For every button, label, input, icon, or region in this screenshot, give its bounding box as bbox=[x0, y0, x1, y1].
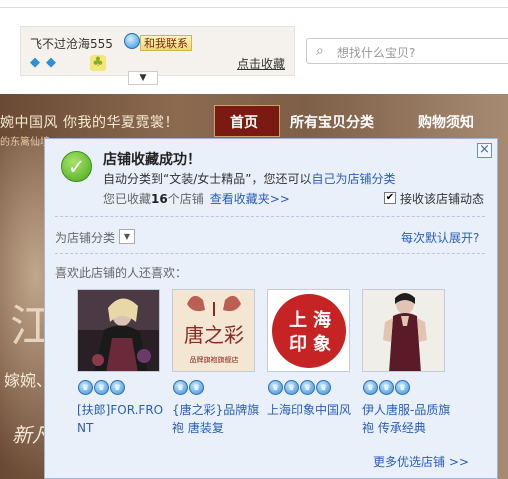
favorite-link[interactable]: 点击收藏 bbox=[237, 55, 285, 72]
crown-icon: ♛ bbox=[316, 380, 331, 395]
subscribe-label: 接收该店铺动态 bbox=[400, 192, 485, 206]
shop-name[interactable]: 飞不过沧海555 bbox=[30, 35, 113, 52]
top-divider bbox=[0, 7, 508, 8]
view-favorites-link[interactable]: 查看收藏夹>> bbox=[210, 192, 290, 206]
search-icon: ⌕ bbox=[316, 43, 324, 59]
shop-title-link[interactable]: 上海印象中国风 bbox=[267, 401, 359, 419]
divider bbox=[55, 216, 485, 217]
also-like-heading: 喜欢此店铺的人还喜欢： bbox=[55, 266, 188, 280]
shop-thumbnail[interactable] bbox=[77, 289, 160, 372]
subscribe-checkbox[interactable]: ✔ bbox=[384, 192, 396, 204]
svg-text:品牌旗袍旗舰店: 品牌旗袍旗舰店 bbox=[190, 355, 239, 364]
crown-icon: ♛ bbox=[395, 380, 410, 395]
crown-rating: ♛ ♛ bbox=[173, 379, 205, 395]
svg-text:唐之彩: 唐之彩 bbox=[184, 323, 244, 347]
banner-slogan: 婉中国风 你我的华夏霓裳！ bbox=[0, 115, 179, 131]
crown-icon: ♛ bbox=[379, 380, 394, 395]
popup-category-message: 自动分类到“文装/女士精品”，您还可以自己为店铺分类 bbox=[103, 170, 396, 187]
crown-icon: ♛ bbox=[268, 380, 283, 395]
crown-rating: ♛ ♛ ♛ ♛ bbox=[268, 379, 332, 395]
crown-icon: ♛ bbox=[284, 380, 299, 395]
close-icon[interactable]: × bbox=[477, 143, 492, 158]
page: 飞不过沧海555 和我联系 ◆ ◆ ♣ 点击收藏 ▼ ⌕ 想找什么宝贝? 婉中国… bbox=[0, 0, 508, 479]
category-dropdown-icon[interactable]: ▼ bbox=[119, 229, 135, 244]
popup-title: 店铺收藏成功！ bbox=[103, 152, 201, 168]
popup-count-message: 您已收藏16个店铺 查看收藏夹>> bbox=[103, 190, 290, 207]
tangzhicai-logo-image: 唐之彩 品牌旗袍旗舰店 bbox=[173, 290, 254, 371]
shop-thumbnail[interactable]: 上 海 印 象 bbox=[267, 289, 350, 372]
shanghai-impression-logo-image: 上 海 印 象 bbox=[268, 290, 349, 371]
svg-text:海: 海 bbox=[313, 309, 331, 331]
svg-text:印: 印 bbox=[289, 334, 307, 355]
more-shops-link[interactable]: 更多优选店铺 >> bbox=[373, 453, 469, 470]
crown-icon: ♛ bbox=[94, 380, 109, 395]
expand-default-link[interactable]: 每次默认展开? bbox=[401, 229, 479, 246]
nav-item-categories[interactable]: 所有宝贝分类 bbox=[290, 112, 374, 132]
svg-text:象: 象 bbox=[313, 333, 331, 355]
diamond-icon: ◆ bbox=[30, 55, 40, 70]
crown-icon: ♛ bbox=[300, 380, 315, 395]
leaf-icon: ♣ bbox=[90, 55, 106, 71]
category-label: 为店铺分类 bbox=[55, 231, 116, 245]
shop-thumbnail[interactable] bbox=[362, 289, 445, 372]
shop-thumbnail[interactable]: 唐之彩 品牌旗袍旗舰店 bbox=[172, 289, 255, 372]
custom-category-link[interactable]: 自己为店铺分类 bbox=[311, 172, 395, 186]
success-check-icon: ✓ bbox=[61, 151, 92, 182]
count-suffix: 个店铺 bbox=[167, 192, 204, 206]
svg-text:上: 上 bbox=[289, 310, 307, 331]
top-strip bbox=[0, 0, 508, 22]
contact-button[interactable]: 和我联系 bbox=[140, 35, 192, 51]
crown-icon: ♛ bbox=[363, 380, 378, 395]
crown-icon: ♛ bbox=[78, 380, 93, 395]
favorite-count: 16 bbox=[151, 192, 168, 206]
crown-icon: ♛ bbox=[110, 380, 125, 395]
divider bbox=[55, 253, 485, 254]
crown-icon: ♛ bbox=[189, 380, 204, 395]
category-message-text: 自动分类到“文装/女士精品”，您还可以 bbox=[103, 172, 312, 186]
nav-item-home[interactable]: 首页 bbox=[230, 112, 258, 132]
count-prefix: 您已收藏 bbox=[103, 192, 152, 206]
search-placeholder: 想找什么宝贝? bbox=[337, 46, 416, 60]
nav-item-shopping-guide[interactable]: 购物须知 bbox=[418, 112, 474, 132]
crown-icon: ♛ bbox=[173, 380, 188, 395]
banner-subslogan: 的东篱仙境 bbox=[0, 137, 50, 148]
chevron-down-icon[interactable]: ▼ bbox=[128, 71, 158, 85]
diamond-icon: ◆ bbox=[46, 55, 56, 70]
shop-title-link[interactable]: {唐之彩}品牌旗袍 唐装复 bbox=[172, 401, 264, 437]
shop-title-link[interactable]: 伊人唐服-品质旗袍 传承经典 bbox=[362, 401, 454, 437]
crown-rating: ♛ ♛ ♛ bbox=[78, 379, 126, 395]
wangwang-icon[interactable] bbox=[124, 33, 140, 49]
shop-title-link[interactable]: [扶郎]FOR.FRONT bbox=[77, 401, 169, 437]
crown-rating: ♛ ♛ ♛ bbox=[363, 379, 411, 395]
fashion-photo-image bbox=[78, 290, 159, 371]
qipao-model-photo-image bbox=[363, 290, 444, 371]
